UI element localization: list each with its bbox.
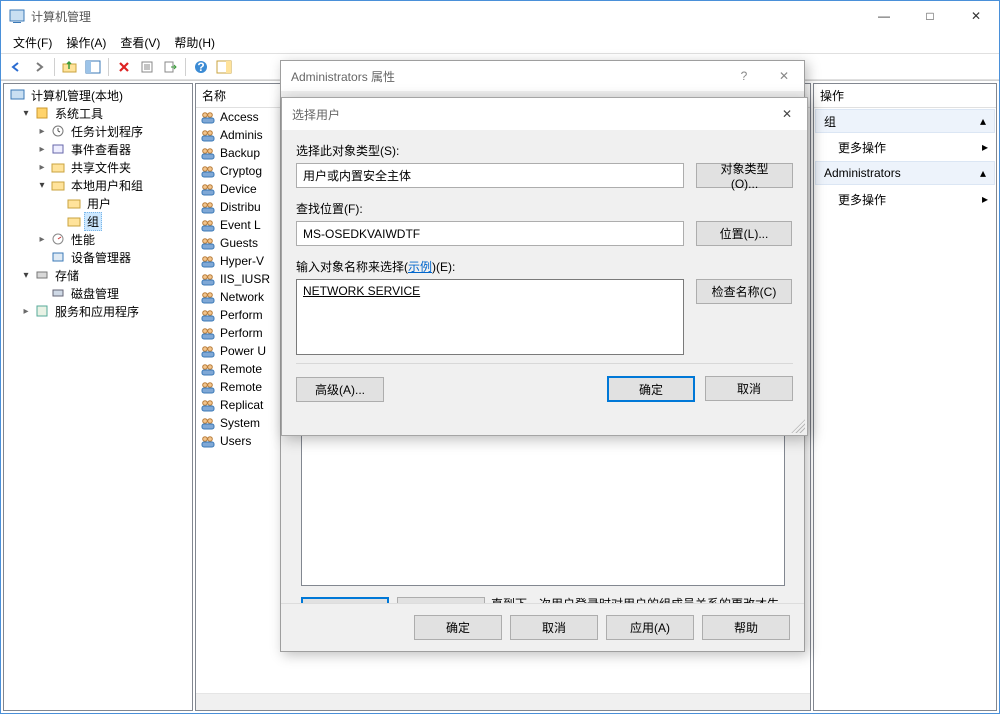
group-icon — [200, 325, 216, 341]
properties-titlebar[interactable]: Administrators 属性 ? ✕ — [281, 61, 804, 91]
actions-header: 操作 — [814, 84, 996, 108]
action-pane-button[interactable] — [213, 56, 235, 78]
object-type-label: 选择此对象类型(S): — [296, 142, 684, 159]
group-icon — [200, 379, 216, 395]
group-icon — [200, 397, 216, 413]
tree-shared-folders[interactable]: ▸共享文件夹 — [4, 158, 192, 176]
tree-users[interactable]: 用户 — [4, 194, 192, 212]
group-icon — [200, 433, 216, 449]
location-field: MS-OSEDKVAIWDTF — [296, 221, 684, 246]
actions-section-groups[interactable]: 组▴ — [815, 109, 995, 133]
group-icon — [200, 415, 216, 431]
properties-help-button2[interactable]: 帮助 — [702, 615, 790, 640]
select-title: 选择用户 — [292, 106, 767, 123]
separator — [296, 363, 793, 364]
advanced-button[interactable]: 高级(A)... — [296, 377, 384, 402]
group-icon — [200, 361, 216, 377]
menu-action[interactable]: 操作(A) — [60, 32, 112, 53]
app-icon — [9, 8, 25, 24]
resize-grip-icon[interactable] — [791, 419, 805, 433]
group-icon — [200, 253, 216, 269]
menubar: 文件(F) 操作(A) 查看(V) 帮助(H) — [1, 31, 999, 53]
window-controls: — □ ✕ — [861, 1, 999, 31]
properties-title: Administrators 属性 — [291, 68, 724, 85]
window-title: 计算机管理 — [31, 8, 861, 25]
location-label: 查找位置(F): — [296, 200, 684, 217]
properties-apply-button[interactable]: 应用(A) — [606, 615, 694, 640]
collapse-icon: ▴ — [980, 166, 986, 180]
group-icon — [200, 235, 216, 251]
navigation-tree[interactable]: 计算机管理(本地) ▾系统工具 ▸任务计划程序 ▸事件查看器 ▸共享文件夹 ▾本… — [3, 83, 193, 711]
select-cancel-button[interactable]: 取消 — [705, 376, 793, 401]
help-button[interactable]: ? — [190, 56, 212, 78]
object-names-label: 输入对象名称来选择(示例)(E): — [296, 258, 793, 275]
properties-cancel-button[interactable]: 取消 — [510, 615, 598, 640]
select-ok-button[interactable]: 确定 — [607, 376, 695, 402]
tree-system-tools[interactable]: ▾系统工具 — [4, 104, 192, 122]
actions-section-administrators[interactable]: Administrators▴ — [815, 161, 995, 185]
group-icon — [200, 307, 216, 323]
close-button[interactable]: ✕ — [953, 1, 999, 31]
forward-button[interactable] — [28, 56, 50, 78]
menu-file[interactable]: 文件(F) — [7, 32, 58, 53]
export-button[interactable] — [159, 56, 181, 78]
object-names-input[interactable]: NETWORK SERVICE — [296, 279, 684, 355]
tree-task-scheduler[interactable]: ▸任务计划程序 — [4, 122, 192, 140]
tree-device-manager[interactable]: 设备管理器 — [4, 248, 192, 266]
titlebar[interactable]: 计算机管理 — □ ✕ — [1, 1, 999, 31]
menu-view[interactable]: 查看(V) — [114, 32, 166, 53]
menu-help[interactable]: 帮助(H) — [168, 32, 221, 53]
group-icon — [200, 289, 216, 305]
tree-services-apps[interactable]: ▸服务和应用程序 — [4, 302, 192, 320]
group-icon — [200, 181, 216, 197]
tree-event-viewer[interactable]: ▸事件查看器 — [4, 140, 192, 158]
group-icon — [200, 163, 216, 179]
tree-performance[interactable]: ▸性能 — [4, 230, 192, 248]
group-icon — [200, 343, 216, 359]
check-names-button[interactable]: 检查名称(C) — [696, 279, 792, 304]
group-icon — [200, 217, 216, 233]
up-folder-button[interactable] — [59, 56, 81, 78]
locations-button[interactable]: 位置(L)... — [696, 221, 792, 246]
horizontal-scrollbar[interactable] — [196, 693, 810, 710]
properties-help-button[interactable]: ? — [724, 62, 764, 90]
tree-root[interactable]: 计算机管理(本地) — [4, 86, 192, 104]
collapse-icon: ▴ — [980, 114, 986, 128]
examples-link[interactable]: 示例 — [408, 260, 432, 274]
maximize-button[interactable]: □ — [907, 1, 953, 31]
tree-storage[interactable]: ▾存储 — [4, 266, 192, 284]
properties-button[interactable] — [136, 56, 158, 78]
tree-local-users-groups[interactable]: ▾本地用户和组 — [4, 176, 192, 194]
properties-close-button[interactable]: ✕ — [764, 62, 804, 90]
tree-disk-management[interactable]: 磁盘管理 — [4, 284, 192, 302]
tree-groups[interactable]: 组 — [4, 212, 192, 230]
group-icon — [200, 109, 216, 125]
select-titlebar[interactable]: 选择用户 ✕ — [282, 98, 807, 130]
svg-text:?: ? — [197, 60, 204, 74]
group-icon — [200, 127, 216, 143]
actions-more-administrators[interactable]: 更多操作▸ — [814, 186, 996, 212]
object-types-button[interactable]: 对象类型(O)... — [696, 163, 793, 188]
back-button[interactable] — [5, 56, 27, 78]
object-type-field: 用户或内置安全主体 — [296, 163, 684, 188]
select-close-button[interactable]: ✕ — [767, 100, 807, 128]
actions-pane: 操作 组▴ 更多操作▸ Administrators▴ 更多操作▸ — [813, 83, 997, 711]
properties-button-row: 确定 取消 应用(A) 帮助 — [281, 603, 804, 651]
group-icon — [200, 145, 216, 161]
group-icon — [200, 199, 216, 215]
properties-ok-button[interactable]: 确定 — [414, 615, 502, 640]
group-icon — [200, 271, 216, 287]
minimize-button[interactable]: — — [861, 1, 907, 31]
chevron-right-icon: ▸ — [982, 192, 988, 206]
chevron-right-icon: ▸ — [982, 140, 988, 154]
show-hide-tree-button[interactable] — [82, 56, 104, 78]
actions-more-groups[interactable]: 更多操作▸ — [814, 134, 996, 160]
select-user-dialog: 选择用户 ✕ 选择此对象类型(S): 用户或内置安全主体 对象类型(O)... … — [281, 97, 808, 436]
delete-button[interactable] — [113, 56, 135, 78]
